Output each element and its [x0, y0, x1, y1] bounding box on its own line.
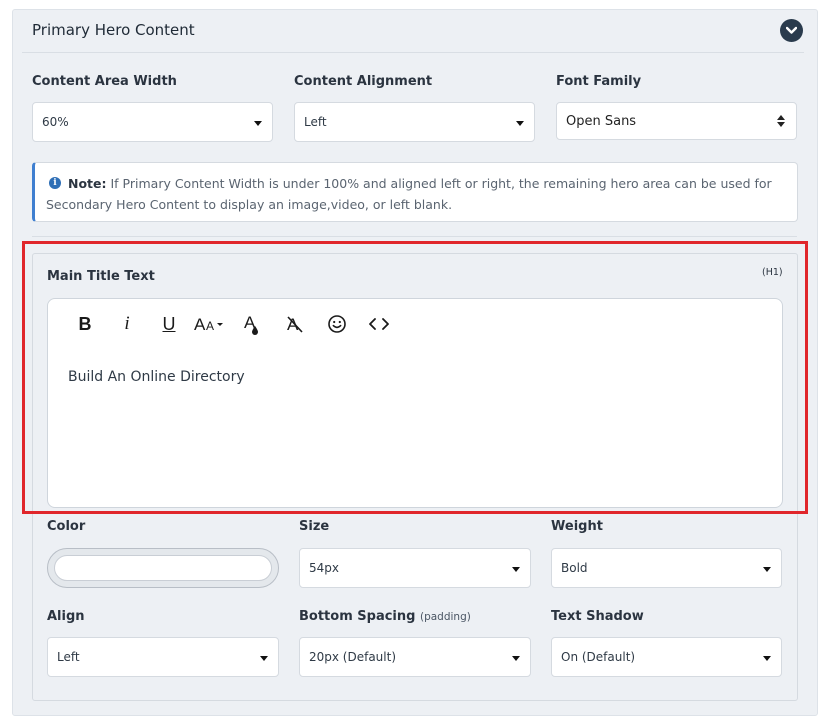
weight-value: Bold [561, 561, 588, 575]
size-value: 54px [309, 561, 339, 575]
caret-down-icon [763, 656, 771, 661]
weight-select[interactable]: Bold [551, 548, 782, 588]
panel-header[interactable]: Primary Hero Content [22, 10, 804, 53]
color-picker[interactable] [47, 548, 279, 588]
content-alignment-select[interactable]: Left [294, 102, 535, 142]
bold-icon[interactable]: B [64, 311, 106, 337]
main-title-label: Main Title Text [47, 269, 155, 284]
main-title-content[interactable]: Build An Online Directory [68, 369, 245, 385]
weight-label: Weight [551, 519, 603, 534]
bottom-spacing-select[interactable]: 20px (Default) [299, 637, 531, 677]
text-shadow-label: Text Shadow [551, 609, 644, 624]
note-text: Note: If Primary Content Width is under … [46, 173, 794, 215]
code-view-icon[interactable] [358, 311, 400, 337]
emoji-icon[interactable] [316, 311, 358, 337]
select-arrows-icon [777, 115, 785, 127]
bottom-spacing-label: Bottom Spacing (padding) [299, 609, 471, 624]
panel-title: Primary Hero Content [32, 21, 195, 39]
content-alignment-value: Left [304, 115, 327, 129]
note-box: i Note: If Primary Content Width is unde… [32, 162, 798, 222]
clear-format-icon[interactable]: A [274, 311, 316, 337]
align-value: Left [57, 650, 80, 664]
underline-icon[interactable]: U [148, 311, 190, 337]
font-family-value: Open Sans [566, 114, 637, 129]
size-label: Size [299, 519, 330, 534]
text-shadow-select[interactable]: On (Default) [551, 637, 782, 677]
text-shadow-value: On (Default) [561, 650, 636, 664]
color-label: Color [47, 519, 86, 534]
editor-toolbar: B i U AA A A [64, 311, 400, 337]
align-label: Align [47, 609, 85, 624]
content-alignment-label: Content Alignment [294, 74, 433, 89]
content-area-width-select[interactable]: 60% [32, 102, 273, 142]
svg-text:A: A [194, 315, 206, 334]
text-color-icon[interactable]: A [232, 311, 274, 337]
italic-icon[interactable]: i [106, 311, 148, 337]
caret-down-icon [512, 656, 520, 661]
section-divider [32, 236, 797, 237]
heading-level-tag: (H1) [762, 267, 783, 278]
svg-text:A: A [206, 319, 214, 333]
color-swatch [54, 555, 272, 581]
bottom-spacing-sub: (padding) [419, 611, 471, 623]
font-family-select[interactable]: Open Sans [556, 102, 797, 140]
note-body: If Primary Content Width is under 100% a… [46, 176, 772, 212]
font-family-label: Font Family [556, 74, 642, 89]
font-size-icon[interactable]: AA [190, 311, 232, 337]
bottom-spacing-label-text: Bottom Spacing [299, 609, 416, 624]
caret-down-icon [254, 121, 262, 126]
content-area-width-value: 60% [42, 115, 69, 129]
content-area-width-label: Content Area Width [32, 74, 177, 89]
size-select[interactable]: 54px [299, 548, 531, 588]
caret-down-icon [260, 656, 268, 661]
main-title-editor[interactable]: B i U AA A A Build An Online Directory [47, 298, 783, 508]
caret-down-icon [512, 567, 520, 572]
chevron-down-icon[interactable] [780, 19, 803, 42]
bottom-spacing-value: 20px (Default) [309, 650, 397, 664]
note-label: Note: [68, 176, 107, 191]
align-select[interactable]: Left [47, 637, 279, 677]
caret-down-icon [516, 121, 524, 126]
caret-down-icon [763, 567, 771, 572]
